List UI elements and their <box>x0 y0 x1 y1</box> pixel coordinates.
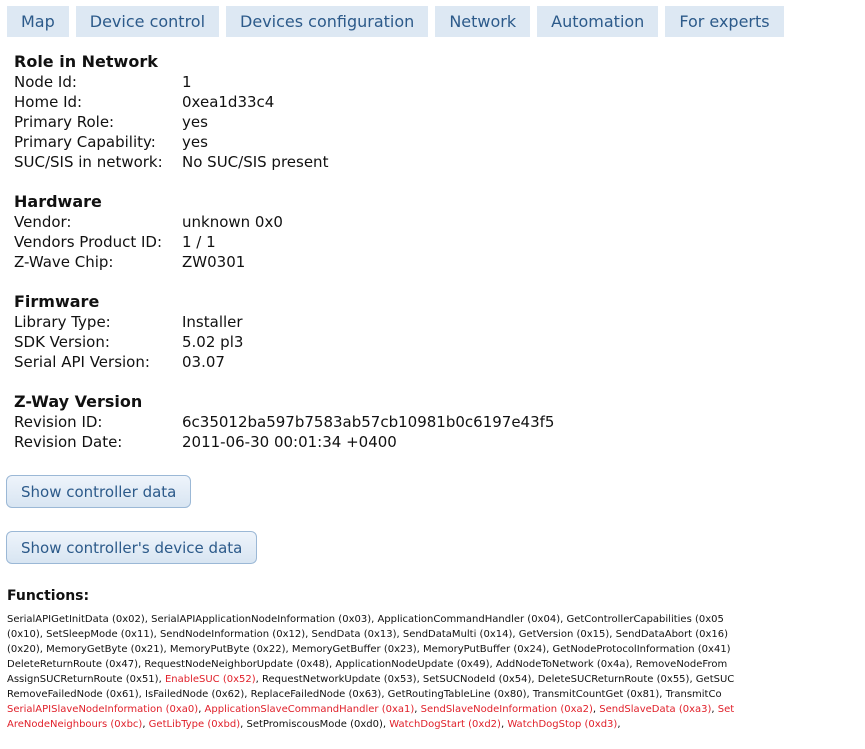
functions-title: Functions: <box>7 588 90 604</box>
section-title: Hardware <box>14 192 102 211</box>
section-firmware: Firmware Library Type: Installer SDK Vers… <box>14 292 554 372</box>
show-controller-device-data-button[interactable]: Show controller's device data <box>6 531 258 564</box>
functions-line: (0x20), MemoryGetByte (0x21), MemoryPutB… <box>7 642 865 657</box>
show-controller-data-button[interactable]: Show controller data <box>6 475 192 508</box>
info-label: Vendor: <box>14 213 72 231</box>
tab-devices-configuration[interactable]: Devices configuration <box>226 6 429 37</box>
info-label: Primary Capability: <box>14 133 156 151</box>
tab-device-control[interactable]: Device control <box>75 6 220 37</box>
info-row-library-type: Library Type: Installer <box>14 312 554 332</box>
functions-line: SerialAPIGetInitData (0x02), SerialAPIAp… <box>7 612 865 627</box>
functions-line: (0x10), SetSleepMode (0x11), SendNodeInf… <box>7 627 865 642</box>
section-title: Role in Network <box>14 52 158 71</box>
functions-line: DeleteReturnRoute (0x47), RequestNodeNei… <box>7 657 865 672</box>
function-supported: SerialAPIGetInitData (0x02), SerialAPIAp… <box>7 614 724 625</box>
tab-for-experts[interactable]: For experts <box>665 6 784 37</box>
info-label: Library Type: <box>14 313 111 331</box>
info-label: SDK Version: <box>14 333 110 351</box>
info-value: unknown 0x0 <box>182 213 283 231</box>
functions-line: RemoveFailedNode (0x61), IsFailedNode (0… <box>7 687 865 702</box>
functions-line: AreNodeNeighbours (0xbc), GetLibType (0x… <box>7 717 865 732</box>
tab-network[interactable]: Network <box>435 6 531 37</box>
info-label: Z-Wave Chip: <box>14 253 114 271</box>
function-unsupported: ApplicationSlaveCommandHandler (0xa1) <box>204 704 415 715</box>
functions-list: SerialAPIGetInitData (0x02), SerialAPIAp… <box>7 612 865 732</box>
info-label: Home Id: <box>14 93 83 111</box>
info-label: Primary Role: <box>14 113 115 131</box>
info-value: 1 / 1 <box>182 233 216 251</box>
section-hardware: Hardware Vendor: unknown 0x0 Vendors Prod… <box>14 192 554 272</box>
info-value: 1 <box>182 73 192 91</box>
function-supported: , RequestNetworkUpdate (0x53), SetSUCNod… <box>255 674 735 685</box>
function-supported: , SetPromiscousMode (0xd0), <box>240 719 390 730</box>
functions-line: SerialAPISlaveNodeInformation (0xa0), Ap… <box>7 702 865 717</box>
main-tabs: Map Device control Devices configuration… <box>7 6 784 37</box>
info-value: yes <box>182 133 208 151</box>
info-value: yes <box>182 113 208 131</box>
function-unsupported: WatchDogStart (0xd2) <box>389 719 501 730</box>
info-row-revision-id: Revision ID: 6c35012ba597b7583ab57cb10981… <box>14 412 554 432</box>
info-row-suc-sis: SUC/SIS in network: No SUC/SIS present <box>14 152 554 172</box>
info-row-node-id: Node Id: 1 <box>14 72 554 92</box>
function-unsupported: SerialAPISlaveNodeInformation (0xa0) <box>7 704 199 715</box>
function-unsupported: WatchDogStop (0xd3) <box>507 719 618 730</box>
function-supported: DeleteReturnRoute (0x47), RequestNodeNei… <box>7 659 728 670</box>
info-value: No SUC/SIS present <box>182 153 329 171</box>
function-unsupported: EnableSUC (0x52) <box>164 674 256 685</box>
info-row-serial-api-version: Serial API Version: 03.07 <box>14 352 554 372</box>
section-zway-version: Z-Way Version Revision ID: 6c35012ba597b7… <box>14 392 554 452</box>
function-supported: , <box>617 719 621 730</box>
info-row-revision-date: Revision Date: 2011-06-30 00:01:34 +0400 <box>14 432 554 452</box>
function-supported: (0x20), MemoryGetByte (0x21), MemoryPutB… <box>7 644 731 655</box>
function-supported: RemoveFailedNode (0x61), IsFailedNode (0… <box>7 689 722 700</box>
section-title: Firmware <box>14 292 100 311</box>
info-row-primary-role: Primary Role: yes <box>14 112 554 132</box>
function-unsupported: Set <box>717 704 735 715</box>
function-unsupported: AreNodeNeighbours (0xbc) <box>7 719 143 730</box>
info-row-primary-capability: Primary Capability: yes <box>14 132 554 152</box>
info-row-vendor: Vendor: unknown 0x0 <box>14 212 554 232</box>
function-unsupported: SendSlaveData (0xa3) <box>599 704 712 715</box>
function-unsupported: GetLibType (0xbd) <box>148 719 241 730</box>
info-row-home-id: Home Id: 0xea1d33c4 <box>14 92 554 112</box>
function-supported: AssignSUCReturnRoute (0x51), <box>7 674 165 685</box>
controller-info: Role in Network Node Id: 1 Home Id: 0xea1d… <box>14 52 554 472</box>
info-label: Vendors Product ID: <box>14 233 163 251</box>
info-label: Revision ID: <box>14 413 103 431</box>
info-value: 5.02 pl3 <box>182 333 244 351</box>
info-label: Serial API Version: <box>14 353 150 371</box>
info-value: 03.07 <box>182 353 225 371</box>
section-title: Z-Way Version <box>14 392 143 411</box>
functions-line: AssignSUCReturnRoute (0x51), EnableSUC (… <box>7 672 865 687</box>
info-value: 6c35012ba597b7583ab57cb10981b0c6197e43f5 <box>182 413 555 431</box>
tab-map[interactable]: Map <box>7 6 69 37</box>
info-row-product-id: Vendors Product ID: 1 / 1 <box>14 232 554 252</box>
function-unsupported: SendSlaveNodeInformation (0xa2) <box>420 704 593 715</box>
section-role-in-network: Role in Network Node Id: 1 Home Id: 0xea1d… <box>14 52 554 172</box>
info-label: Revision Date: <box>14 433 123 451</box>
info-label: Node Id: <box>14 73 77 91</box>
info-row-sdk-version: SDK Version: 5.02 pl3 <box>14 332 554 352</box>
info-value: Installer <box>182 313 243 331</box>
info-value: 0xea1d33c4 <box>182 93 275 111</box>
info-value: 2011-06-30 00:01:34 +0400 <box>182 433 397 451</box>
info-value: ZW0301 <box>182 253 246 271</box>
info-row-chip: Z-Wave Chip: ZW0301 <box>14 252 554 272</box>
info-label: SUC/SIS in network: <box>14 153 163 171</box>
tab-automation[interactable]: Automation <box>537 6 659 37</box>
function-supported: (0x10), SetSleepMode (0x11), SendNodeInf… <box>7 629 729 640</box>
